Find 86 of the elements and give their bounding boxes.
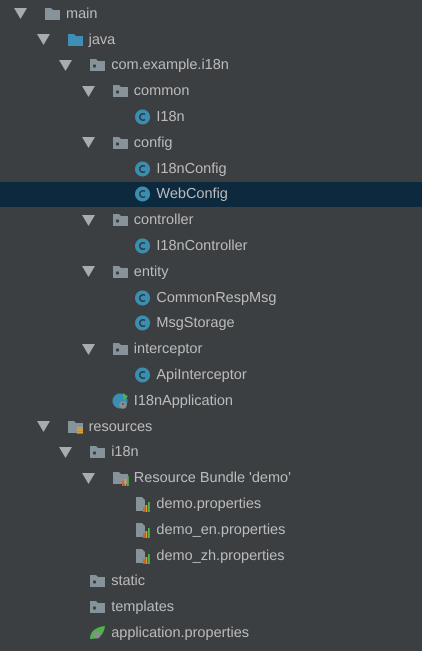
resource-bundle-icon	[112, 470, 129, 486]
tree-row[interactable]: application.properties	[0, 620, 422, 646]
package-folder-icon	[112, 134, 129, 151]
node-label: demo.properties	[156, 496, 262, 512]
expand-arrow-icon[interactable]	[36, 421, 50, 432]
node-label: templates	[111, 599, 174, 616]
package-folder-icon	[112, 264, 129, 280]
tree-row[interactable]: java	[0, 26, 422, 53]
package-folder-icon	[89, 573, 106, 590]
tree-row[interactable]: main	[0, 1, 422, 27]
expand-arrow-icon[interactable]	[82, 214, 95, 226]
class-icon	[134, 109, 152, 126]
tree-row[interactable]: Resource Bundle 'demo'	[0, 465, 422, 492]
properties-file-icon	[134, 496, 152, 512]
node-label: I18nController	[156, 238, 248, 254]
class-icon	[134, 290, 152, 306]
expand-arrow-icon[interactable]	[36, 34, 50, 46]
properties-file-icon	[134, 548, 152, 564]
tree-row[interactable]: entity	[0, 258, 422, 285]
node-label: i18n	[111, 444, 139, 460]
tree-row[interactable]: demo.properties	[0, 491, 422, 517]
node-label: Resource Bundle 'demo'	[134, 470, 291, 486]
expand-arrow-icon[interactable]	[59, 446, 72, 458]
node-label: demo_zh.properties	[156, 548, 285, 564]
tree-row[interactable]: I18n	[0, 104, 422, 130]
node-label: controller	[134, 212, 194, 228]
expand-arrow-icon[interactable]	[82, 86, 95, 97]
node-label: com.example.i18n	[111, 57, 229, 74]
tree-row[interactable]: templates	[0, 594, 422, 620]
leaf-icon	[89, 625, 106, 642]
tree-row[interactable]: ApiInterceptor	[0, 362, 422, 388]
tree-row[interactable]: common	[0, 78, 422, 104]
tree-row[interactable]: resources	[0, 414, 422, 440]
node-label: entity	[134, 264, 168, 280]
folder-icon	[66, 32, 84, 48]
node-label: config	[134, 134, 172, 151]
tree-row[interactable]: com.example.i18n	[0, 52, 422, 78]
package-folder-icon	[112, 341, 129, 358]
class-icon	[134, 315, 152, 332]
package-folder-icon	[89, 57, 106, 74]
node-label: ApiInterceptor	[156, 367, 247, 384]
tree-row[interactable]: I18nController	[0, 233, 422, 259]
node-label: I18nConfig	[156, 160, 227, 177]
tree-row[interactable]: i18n	[0, 440, 422, 466]
node-label: static	[111, 573, 146, 590]
expand-arrow-icon[interactable]	[14, 8, 27, 20]
package-folder-icon	[112, 83, 129, 100]
tree-row[interactable]: interceptor	[0, 336, 422, 362]
node-label: application.properties	[111, 625, 250, 642]
expand-arrow-icon[interactable]	[82, 266, 95, 278]
expand-arrow-icon[interactable]	[59, 60, 72, 71]
package-folder-icon	[112, 212, 129, 228]
node-label: resources	[88, 418, 152, 435]
tree-row[interactable]: CommonRespMsg	[0, 284, 422, 311]
tree-row[interactable]: static	[0, 568, 422, 594]
class-icon	[134, 367, 152, 384]
node-label: WebConfig	[156, 186, 228, 202]
class-icon	[134, 238, 152, 254]
class-icon	[134, 160, 152, 177]
node-label: I18n	[156, 109, 185, 126]
tree-row[interactable]: MsgStorage	[0, 310, 422, 336]
class-icon	[134, 186, 152, 202]
tree-row[interactable]: controller	[0, 207, 422, 234]
tree-row[interactable]: I18nConfig	[0, 156, 422, 182]
node-label: interceptor	[134, 341, 202, 358]
node-label: demo_en.properties	[156, 522, 286, 538]
tree-row[interactable]: demo_en.properties	[0, 516, 422, 543]
folder-icon	[44, 6, 61, 22]
expand-arrow-icon[interactable]	[82, 137, 95, 148]
tree-row[interactable]: demo_zh.properties	[0, 542, 422, 569]
resources-folder-icon	[66, 418, 84, 435]
application-class-icon	[112, 392, 129, 409]
node-label: I18nApplication	[134, 392, 233, 409]
node-label: main	[66, 6, 98, 22]
expand-arrow-icon[interactable]	[82, 472, 95, 484]
properties-file-icon	[134, 522, 152, 538]
node-label: MsgStorage	[156, 315, 235, 332]
package-folder-icon	[89, 599, 106, 616]
tree-row[interactable]: config	[0, 130, 422, 156]
tree-row[interactable]: I18nApplication	[0, 388, 422, 414]
package-folder-icon	[89, 444, 106, 460]
node-label: java	[88, 32, 116, 48]
node-label: CommonRespMsg	[156, 290, 276, 306]
expand-arrow-icon[interactable]	[82, 344, 95, 355]
node-label: common	[134, 83, 190, 100]
selected-tree-row[interactable]: WebConfig	[0, 182, 422, 208]
